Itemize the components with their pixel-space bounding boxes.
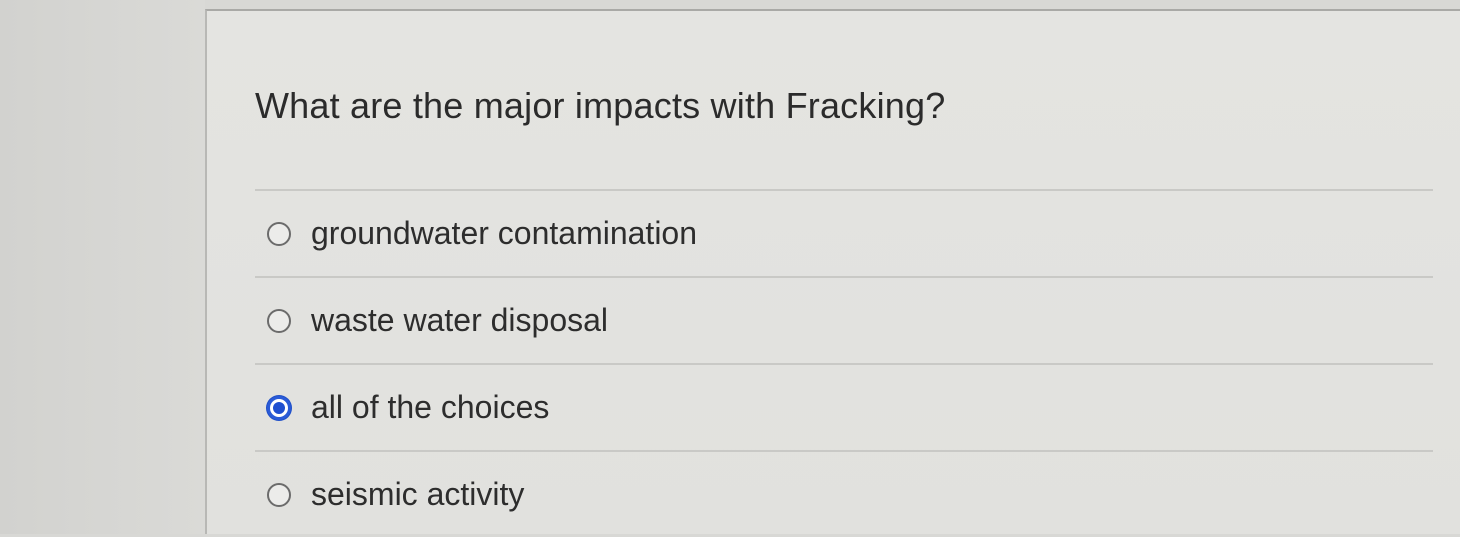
answer-option-waste-water-disposal[interactable]: waste water disposal <box>255 278 1433 363</box>
answer-label: waste water disposal <box>311 302 609 338</box>
question-text: What are the major impacts with Fracking… <box>255 85 946 126</box>
page-left-background <box>0 0 205 534</box>
radio-button-unselected[interactable] <box>267 308 291 333</box>
radio-button-selected[interactable] <box>267 395 291 420</box>
answer-label: seismic activity <box>311 476 525 512</box>
question-card: What are the major impacts with Fracking… <box>205 9 1460 534</box>
answer-label: groundwater contamination <box>311 215 698 251</box>
radio-button-unselected[interactable] <box>267 221 291 246</box>
answer-option-groundwater-contamination[interactable]: groundwater contamination <box>255 191 1433 276</box>
answer-label: all of the choices <box>311 389 550 425</box>
answer-option-seismic-activity[interactable]: seismic activity <box>255 452 1433 537</box>
answer-option-all-of-the-choices[interactable]: all of the choices <box>255 365 1433 450</box>
radio-button-unselected[interactable] <box>267 482 291 507</box>
answer-list: groundwater contamination waste water di… <box>255 189 1433 537</box>
